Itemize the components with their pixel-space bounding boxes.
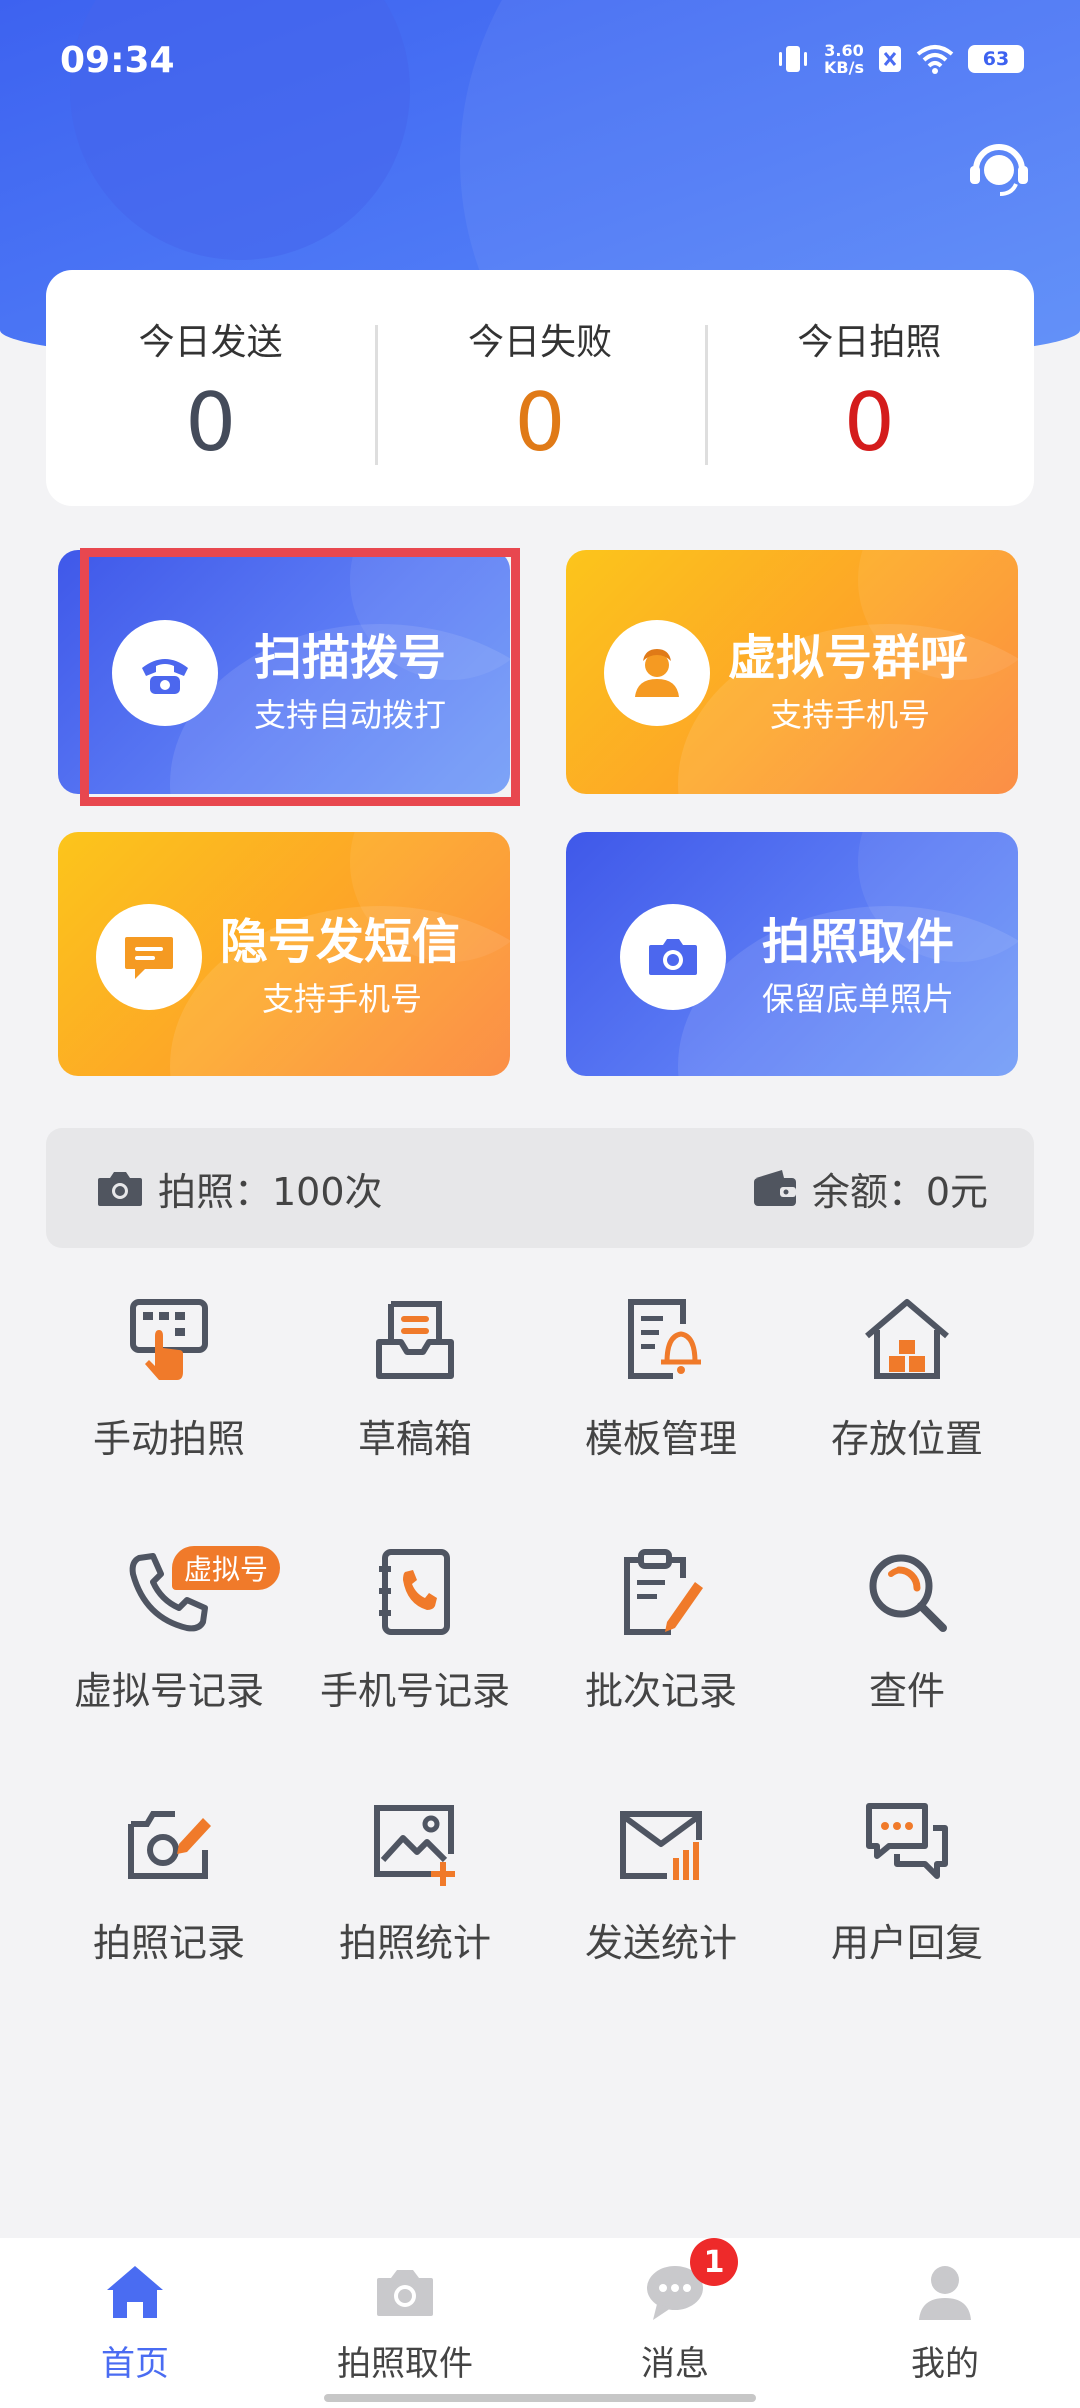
camera-icon [377, 2270, 433, 2316]
grid-label: 发送统计 [584, 1921, 737, 1965]
grid-item-user-reply[interactable]: 用户回复 [784, 1800, 1030, 2000]
grid-label: 拍照记录 [92, 1921, 245, 1965]
grid-label: 模板管理 [584, 1417, 737, 1461]
nav-label: 拍照取件 [337, 2344, 473, 2384]
nav-profile[interactable]: 我的 [810, 2238, 1080, 2408]
stat-today-sent: 今日发送 0 [46, 313, 375, 463]
virtual-number-tag: 虚拟号 [172, 1546, 280, 1590]
sim-off-icon [879, 46, 901, 72]
home-icon [107, 2266, 163, 2318]
wifi-icon [916, 45, 954, 74]
card-subtitle: 支持自动拨打 [254, 696, 447, 734]
balance: 余额：0元 [752, 1128, 988, 1248]
stat-value: 0 [843, 376, 895, 469]
grid-item-batch-record[interactable]: 批次记录 [538, 1548, 784, 1748]
card-icon-circle [620, 904, 726, 1010]
card-icon-circle [96, 904, 202, 1010]
grid-label: 批次记录 [584, 1669, 737, 1713]
card-title: 拍照取件 [762, 914, 955, 970]
nav-label: 首页 [101, 2344, 169, 2384]
grid-item-send-stats[interactable]: 发送统计 [538, 1800, 784, 2000]
net-speed-value: 3.60 [824, 41, 864, 60]
message-icon [125, 937, 173, 979]
home-indicator[interactable] [324, 2394, 756, 2402]
nav-home[interactable]: 首页 [0, 2238, 270, 2408]
card-icon-circle [604, 620, 710, 726]
account-info-bar: 拍照：100次 余额：0元 [46, 1128, 1034, 1248]
status-icons: 3.60 KB/s 63 [776, 42, 1024, 76]
card-title: 虚拟号群呼 [728, 630, 969, 686]
card-title: 扫描拨号 [254, 630, 447, 686]
net-speed: 3.60 KB/s [824, 42, 864, 76]
phone-icon [142, 659, 188, 694]
stat-value: 0 [514, 376, 566, 469]
today-stats-card: 今日发送 0 今日失败 0 今日拍照 0 [46, 270, 1034, 506]
photo-count-text: 拍照：100次 [158, 1169, 383, 1214]
draft-box-icon [376, 1301, 454, 1379]
phonebook-icon [379, 1549, 450, 1635]
grid-label: 存放位置 [830, 1417, 983, 1461]
nav-photo-pickup[interactable]: 拍照取件 [270, 2238, 540, 2408]
person-icon [635, 649, 679, 697]
bottom-navigation: 首页 拍照取件 消息 我的 [0, 2238, 1080, 2408]
grid-item-draft-box[interactable]: 草稿箱 [292, 1296, 538, 1496]
hidden-number-sms-card[interactable]: 隐号发短信 支持手机号 [58, 832, 510, 1076]
grid-label: 手动拍照 [92, 1417, 245, 1461]
card-icon-circle [112, 620, 218, 726]
stat-label: 今日失败 [467, 322, 612, 363]
customer-service-icon[interactable] [966, 134, 1032, 200]
camera-icon [98, 1172, 142, 1206]
card-subtitle: 支持手机号 [770, 696, 931, 734]
photo-pickup-card[interactable]: 拍照取件 保留底单照片 [566, 832, 1018, 1076]
virtual-group-call-card[interactable]: 虚拟号群呼 支持手机号 [566, 550, 1018, 794]
card-subtitle: 支持手机号 [262, 980, 423, 1018]
batch-record-icon [624, 1549, 703, 1635]
grid-item-template[interactable]: 模板管理 [538, 1296, 784, 1496]
status-time: 09:34 [60, 40, 175, 81]
photo-count: 拍照：100次 [96, 1128, 383, 1248]
net-speed-unit: KB/s [824, 58, 864, 77]
stat-label: 今日发送 [138, 322, 283, 363]
grid-label: 拍照统计 [338, 1921, 491, 1965]
card-title: 隐号发短信 [220, 914, 461, 970]
grid-label: 手机号记录 [319, 1669, 510, 1713]
grid-item-storage[interactable]: 存放位置 [784, 1296, 1030, 1496]
stat-value: 0 [185, 376, 237, 469]
stat-today-photo: 今日拍照 0 [704, 313, 1034, 469]
wallet-icon [753, 1170, 796, 1206]
stat-label: 今日拍照 [797, 322, 942, 363]
photo-record-icon [128, 1811, 211, 1879]
stat-today-failed: 今日失败 0 [375, 313, 704, 469]
grid-label: 用户回复 [830, 1921, 983, 1965]
template-icon [628, 1299, 701, 1379]
scan-dial-card[interactable]: 扫描拨号 支持自动拨打 [58, 550, 510, 794]
balance-text: 余额：0元 [811, 1169, 988, 1214]
grid-item-search[interactable]: 查件 [784, 1548, 1030, 1748]
user-reply-icon [866, 1803, 948, 1879]
vibrate-icon [779, 46, 808, 72]
grid-item-photo-stats[interactable]: 拍照统计 [292, 1800, 538, 2000]
grid-label: 查件 [868, 1669, 945, 1713]
search-icon [869, 1554, 947, 1632]
send-stats-icon [620, 1811, 702, 1880]
grid-item-phone-record[interactable]: 手机号记录 [292, 1548, 538, 1748]
nav-messages[interactable]: 消息 [540, 2238, 810, 2408]
profile-icon [919, 2266, 971, 2320]
card-subtitle: 保留底单照片 [762, 980, 955, 1018]
nav-label: 我的 [911, 2344, 979, 2384]
photo-stats-icon [374, 1805, 455, 1886]
grid-item-manual-photo[interactable]: 手动拍照 [46, 1296, 292, 1496]
message-badge: 1 [690, 2238, 738, 2286]
manual-photo-icon [130, 1299, 208, 1380]
nav-label: 消息 [641, 2344, 709, 2384]
battery-indicator: 63 [968, 45, 1024, 73]
header-decoration-circle [70, 0, 410, 260]
camera-icon [649, 939, 697, 975]
grid-item-photo-record[interactable]: 拍照记录 [46, 1800, 292, 2000]
grid-label: 草稿箱 [357, 1417, 472, 1461]
grid-label: 虚拟号记录 [73, 1669, 264, 1713]
storage-location-icon [865, 1299, 949, 1379]
